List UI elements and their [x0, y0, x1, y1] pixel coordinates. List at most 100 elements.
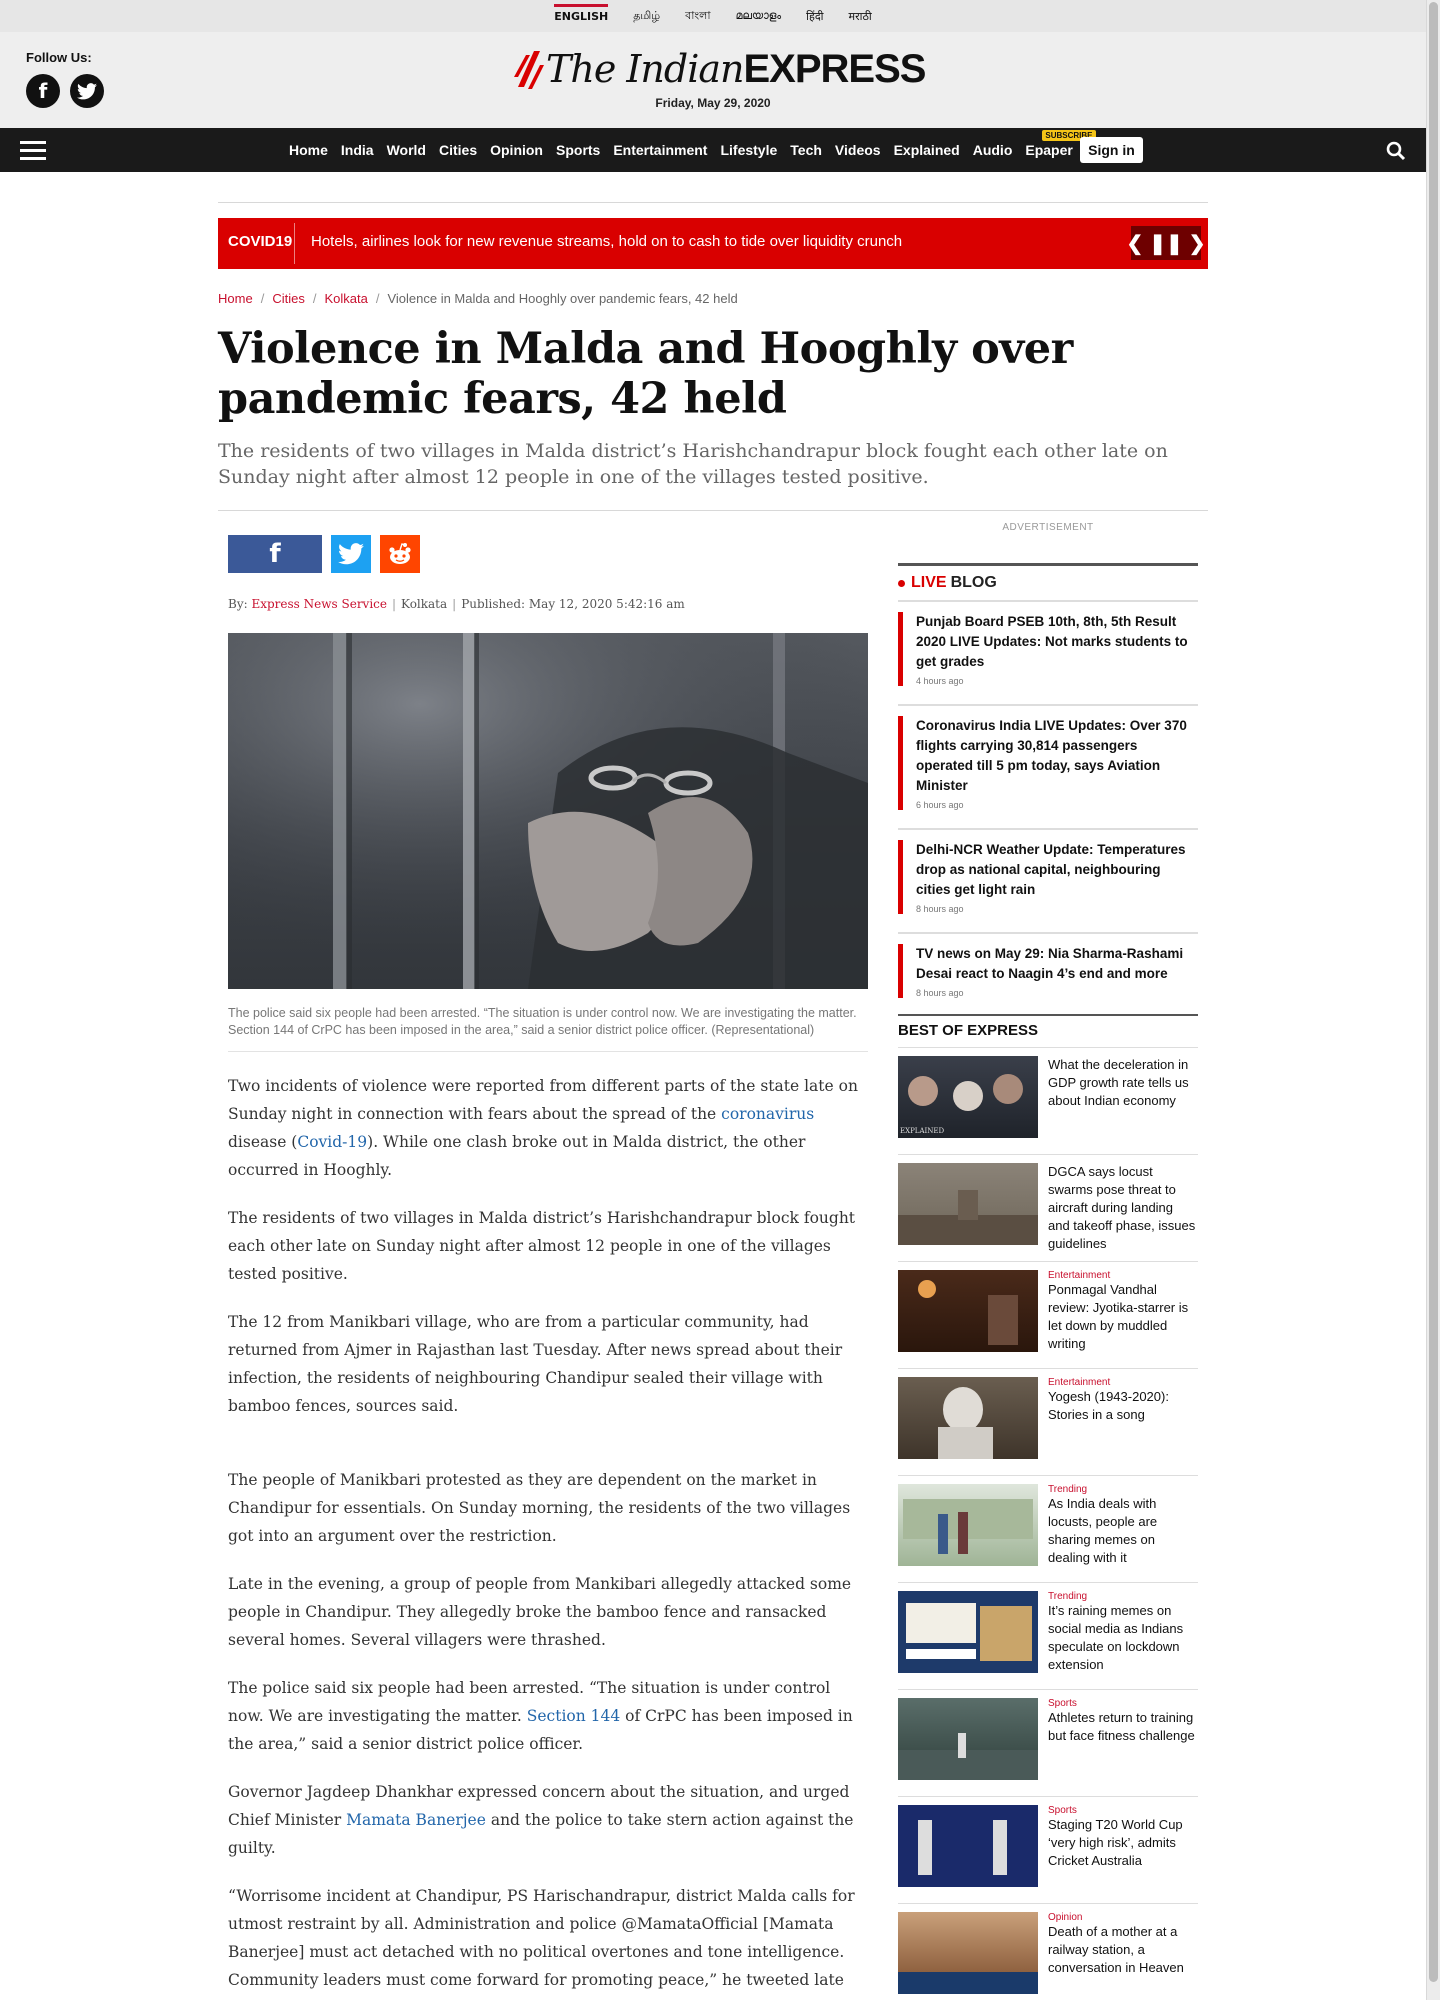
liveblog-item[interactable]: Coronavirus India LIVE Updates: Over 370…: [898, 704, 1198, 820]
nav-sports[interactable]: Sports: [556, 142, 600, 158]
best-item[interactable]: Entertainment Yogesh (1943-2020): Stories…: [898, 1369, 1198, 1476]
nav-lifestyle[interactable]: Lifestyle: [720, 142, 777, 158]
sidebar: ADVERTISEMENT LIVE BLOG Punjab Board PSE…: [898, 522, 1198, 2000]
article-paragraph: The police said six people had been arre…: [228, 1679, 853, 1753]
best-item[interactable]: Trending As India deals with locusts, peo…: [898, 1476, 1198, 1583]
nav-world[interactable]: World: [387, 142, 426, 158]
live-dot-icon: [898, 579, 905, 587]
ticker-tag[interactable]: COVID19: [228, 233, 292, 250]
article-paragraph: The 12 from Manikbari village, who are f…: [228, 1313, 843, 1415]
nav-cities[interactable]: Cities: [439, 142, 477, 158]
page-scrollbar[interactable]: [1426, 0, 1440, 2000]
ticker-pause-icon[interactable]: ❚❚: [1149, 231, 1183, 256]
liveblog-item[interactable]: TV news on May 29: Nia Sharma-Rashami De…: [898, 932, 1198, 1008]
search-icon[interactable]: [1386, 141, 1406, 161]
site-logo[interactable]: The IndianEXPRESS: [512, 44, 926, 94]
covid19-link[interactable]: Covid-19: [297, 1133, 367, 1151]
best-item[interactable]: Entertainment Ponmagal Vandhal review: Jy…: [898, 1262, 1198, 1369]
article-paragraph: Two incidents of violence were reported …: [228, 1077, 858, 1179]
language-link-hindi[interactable]: हिंदी: [806, 3, 823, 30]
story-thumbnail[interactable]: [898, 1270, 1038, 1352]
language-link-marathi[interactable]: मराठी: [849, 3, 872, 30]
page: ENGLISH தமிழ் বাংলা മലയാളം हिंदी मराठी F…: [0, 0, 1426, 2000]
language-link-english[interactable]: ENGLISH: [554, 3, 609, 29]
nav-epaper[interactable]: Epaper SUBSCRIBE: [1025, 130, 1096, 158]
story-thumbnail[interactable]: [898, 1698, 1038, 1780]
best-item[interactable]: Sports Staging T20 World Cup ‘very high r…: [898, 1797, 1198, 1904]
divider: [218, 202, 1208, 203]
best-item[interactable]: DGCA says locust swarms pose threat to a…: [898, 1155, 1198, 1262]
share-facebook-button[interactable]: f: [228, 535, 322, 573]
breadcrumb-cities[interactable]: Cities: [272, 291, 305, 306]
breadcrumb-kolkata[interactable]: Kolkata: [324, 291, 367, 306]
best-item[interactable]: Trending It’s raining memes on social med…: [898, 1583, 1198, 1690]
story-thumbnail[interactable]: [898, 1163, 1038, 1245]
article-hero-image: [228, 633, 868, 989]
byline-location: Kolkata: [401, 597, 448, 611]
breadcrumb: Home / Cities / Kolkata / Violence in Ma…: [218, 291, 738, 306]
story-thumbnail[interactable]: [898, 1912, 1038, 1994]
article-paragraph: Late in the evening, a group of people f…: [228, 1575, 852, 1649]
article-body: Two incidents of violence were reported …: [228, 1072, 868, 2000]
handcuffed-hands-image: [228, 633, 868, 989]
publish-date: Published: May 12, 2020 5:42:16 am: [461, 597, 685, 611]
nav-tech[interactable]: Tech: [790, 142, 822, 158]
best-item[interactable]: Opinion Death of a mother at a railway st…: [898, 1904, 1198, 2000]
logo-flame-icon: [514, 51, 544, 89]
article-paragraph: “Worrisome incident at Chandipur, PS Har…: [228, 1887, 855, 2000]
advertisement-label: ADVERTISEMENT: [1002, 522, 1094, 533]
best-item[interactable]: Sports Athletes return to training but fa…: [898, 1690, 1198, 1797]
section-144-link[interactable]: Section 144: [527, 1707, 620, 1725]
article-headline: Violence in Malda and Hooghly over pande…: [218, 324, 1073, 424]
story-thumbnail[interactable]: [898, 1805, 1038, 1887]
liveblog-item[interactable]: Punjab Board PSEB 10th, 8th, 5th Result …: [898, 600, 1198, 696]
logo-wordmark: The IndianEXPRESS: [546, 46, 926, 91]
language-link-tamil[interactable]: தமிழ்: [633, 3, 660, 30]
article-column: f By: Express News Service | Kolkata | P…: [228, 535, 868, 2000]
language-bar: ENGLISH தமிழ் বাংলা മലയാളം हिंदी मराठी: [0, 0, 1426, 32]
main-nav: Home India World Cities Opinion Sports E…: [0, 128, 1426, 172]
nav-entertainment[interactable]: Entertainment: [613, 142, 707, 158]
best-item[interactable]: EXPLAINED What the deceleration in GDP g…: [898, 1048, 1198, 1155]
ticker-prev-icon[interactable]: ❮: [1126, 231, 1143, 256]
nav-india[interactable]: India: [341, 142, 374, 158]
nav-audio[interactable]: Audio: [973, 142, 1013, 158]
divider: [218, 510, 1208, 511]
menu-icon[interactable]: [20, 141, 46, 160]
sign-in-button[interactable]: Sign in: [1080, 137, 1143, 163]
liveblog-item[interactable]: Delhi-NCR Weather Update: Temperatures d…: [898, 828, 1198, 924]
main-content: COVID19 Hotels, airlines look for new re…: [218, 202, 1208, 2000]
language-link-bangla[interactable]: বাংলা: [685, 1, 710, 32]
ticker-headline[interactable]: Hotels, airlines look for new revenue st…: [311, 233, 902, 250]
nav-opinion[interactable]: Opinion: [490, 142, 543, 158]
share-twitter-button[interactable]: [331, 535, 371, 573]
article-paragraph: The people of Manikbari protested as the…: [228, 1471, 851, 1545]
share-reddit-button[interactable]: [380, 535, 420, 573]
byline: By: Express News Service | Kolkata | Publish…: [228, 597, 685, 611]
coronavirus-link[interactable]: coronavirus: [721, 1105, 814, 1123]
follow-label: Follow Us:: [26, 50, 92, 65]
article-standfirst: The residents of two villages in Malda d…: [218, 440, 1168, 488]
nav-videos[interactable]: Videos: [835, 142, 881, 158]
story-thumbnail[interactable]: [898, 1484, 1038, 1566]
nav-explained[interactable]: Explained: [894, 142, 960, 158]
scrollbar-thumb[interactable]: [1429, 2, 1438, 1982]
share-bar: f: [228, 535, 868, 573]
liveblog-heading: LIVE BLOG: [898, 563, 1198, 592]
masthead: Follow Us: f The IndianEXPRESS Friday, M…: [0, 32, 1426, 128]
breadcrumb-current: Violence in Malda and Hooghly over pande…: [387, 291, 738, 306]
story-thumbnail[interactable]: [898, 1377, 1038, 1459]
ticker-next-icon[interactable]: ❯: [1189, 231, 1206, 256]
breadcrumb-home[interactable]: Home: [218, 291, 253, 306]
story-thumbnail[interactable]: [898, 1591, 1038, 1673]
author-link[interactable]: Express News Service: [251, 597, 387, 611]
dateline: Friday, May 29, 2020: [655, 96, 771, 110]
ticker-controls: ❮ ❚❚ ❯: [1126, 226, 1206, 260]
language-link-malayalam[interactable]: മലയാളം: [736, 3, 782, 29]
mamata-banerjee-link[interactable]: Mamata Banerjee: [346, 1811, 486, 1829]
image-caption: The police said six people had been arre…: [228, 1006, 857, 1037]
best-of-express-heading: BEST OF EXPRESS: [898, 1014, 1198, 1048]
story-thumbnail[interactable]: EXPLAINED: [898, 1056, 1038, 1138]
article-paragraph: Governor Jagdeep Dhankhar expressed conc…: [228, 1783, 854, 1857]
nav-home[interactable]: Home: [289, 142, 328, 158]
